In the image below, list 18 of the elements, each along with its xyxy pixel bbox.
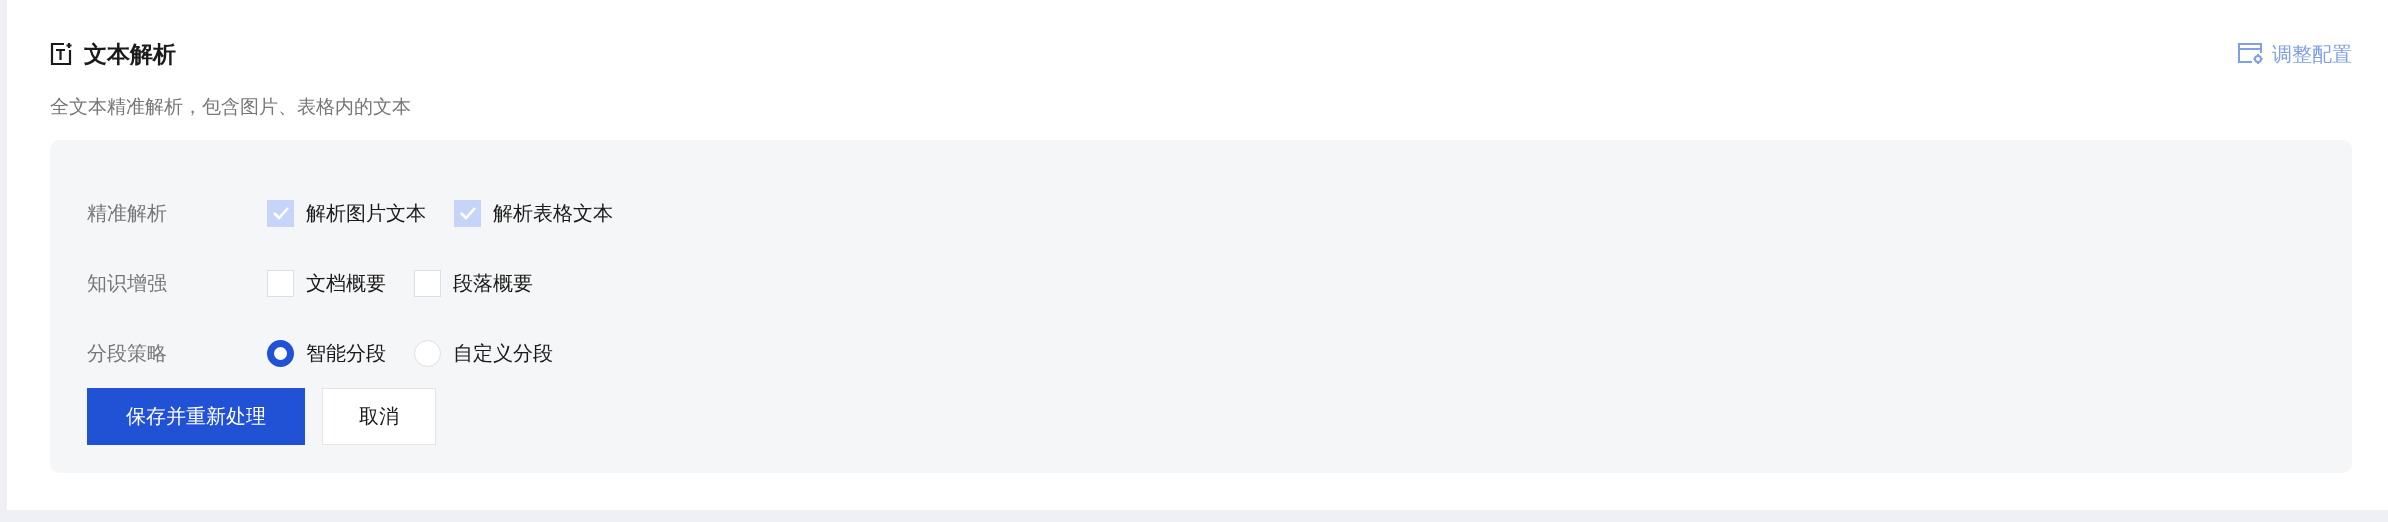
checkbox-label[interactable]: 文档概要 xyxy=(306,269,386,297)
setting-label: 知识增强 xyxy=(87,269,168,297)
setting-label: 精准解析 xyxy=(87,199,168,227)
checkmark-icon xyxy=(458,206,477,220)
checkbox[interactable] xyxy=(414,269,441,297)
checkbox-label[interactable]: 段落概要 xyxy=(453,269,533,297)
checkmark-icon xyxy=(271,206,290,220)
save-button[interactable]: 保存并重新处理 xyxy=(87,388,305,445)
setting-label: 分段策略 xyxy=(87,339,168,367)
section-description: 全文本精准解析，包含图片、表格内的文本 xyxy=(50,94,412,119)
radio-label[interactable]: 自定义分段 xyxy=(453,339,553,367)
checkbox[interactable] xyxy=(267,269,294,297)
radio-button[interactable] xyxy=(267,339,294,367)
text-document-icon xyxy=(50,42,72,66)
cancel-button[interactable]: 取消 xyxy=(322,388,436,445)
radio-label[interactable]: 智能分段 xyxy=(306,339,386,367)
section-title: 文本解析 xyxy=(84,39,176,69)
settings-icon xyxy=(2238,43,2264,65)
